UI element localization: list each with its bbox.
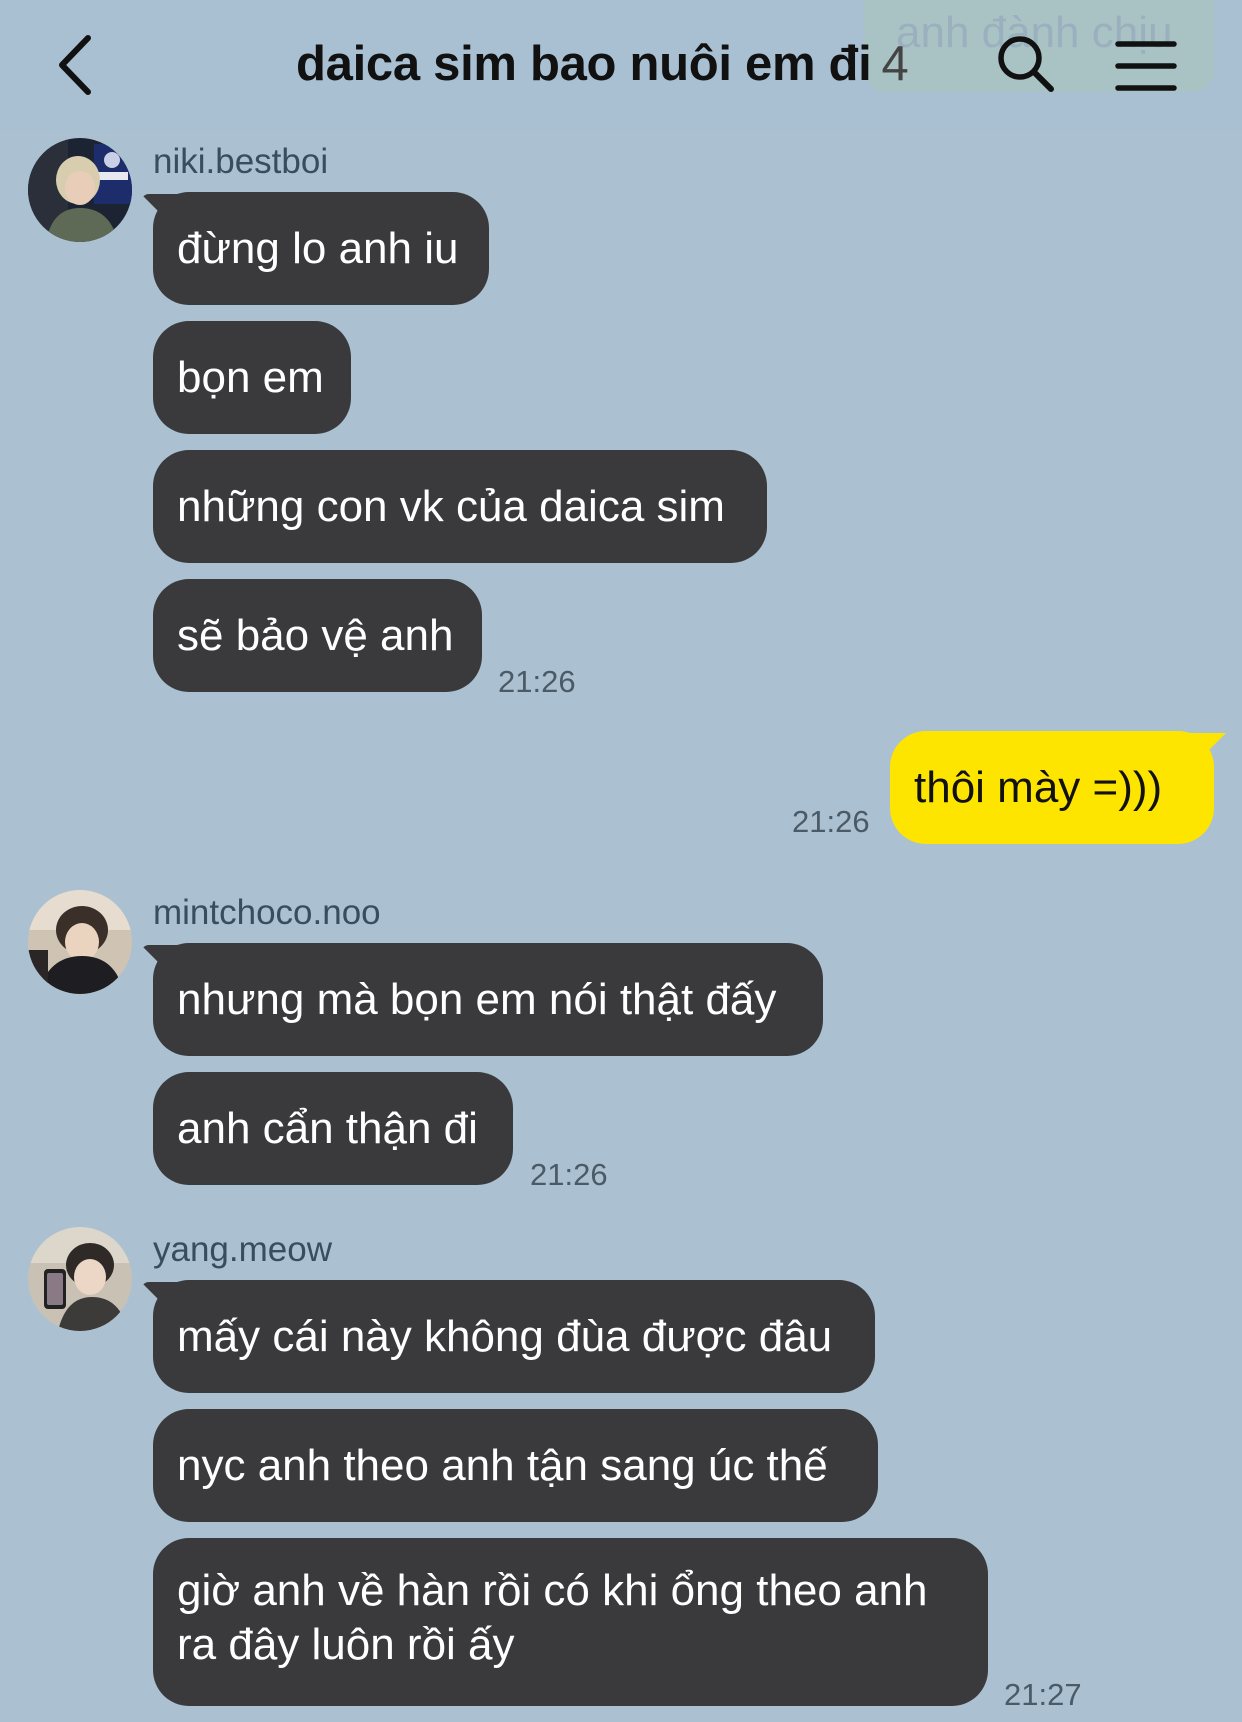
search-button[interactable]: [994, 32, 1058, 96]
message-bubble[interactable]: những con vk của daica sim: [153, 450, 767, 563]
message-bubble[interactable]: anh cẩn thận đi: [153, 1072, 513, 1185]
avatar-yang[interactable]: [28, 1227, 132, 1331]
message-time: 21:27: [1004, 1677, 1082, 1712]
sender-name: yang.meow: [153, 1230, 332, 1269]
message-time: 21:26: [530, 1157, 608, 1192]
message-bubble[interactable]: nhưng mà bọn em nói thật đấy: [153, 943, 823, 1056]
chat-title-text: daica sim bao nuôi em đi: [296, 37, 872, 91]
sender-name: niki.bestboi: [153, 142, 329, 181]
member-count: 4: [881, 37, 909, 91]
message-bubble[interactable]: giờ anh về hàn rồi có khi ổng theo anh r…: [153, 1538, 988, 1706]
back-button[interactable]: [50, 30, 110, 100]
message-bubble[interactable]: mấy cái này không đùa được đâu: [153, 1280, 875, 1393]
message-bubble[interactable]: bọn em: [153, 321, 351, 434]
message-time: 21:26: [792, 804, 870, 839]
back-chevron-icon: [59, 35, 91, 95]
avatar-mintchoco-image: [28, 890, 132, 994]
my-message-bubble[interactable]: thôi mày =))): [890, 731, 1214, 844]
chat-title: daica sim bao nuôi em đi 4: [296, 36, 909, 92]
message-time: 21:26: [498, 664, 576, 699]
avatar-yang-image: [28, 1227, 132, 1331]
sender-name: mintchoco.noo: [153, 893, 381, 932]
avatar-niki-image: [28, 138, 132, 242]
menu-icon: [1115, 41, 1177, 91]
menu-button[interactable]: [1114, 38, 1178, 94]
message-bubble[interactable]: đừng lo anh iu: [153, 192, 489, 305]
avatar-niki[interactable]: [28, 138, 132, 242]
message-bubble[interactable]: nyc anh theo anh tận sang úc thế: [153, 1409, 878, 1522]
search-icon: [998, 36, 1054, 92]
message-bubble[interactable]: sẽ bảo vệ anh: [153, 579, 482, 692]
avatar-mintchoco[interactable]: [28, 890, 132, 994]
